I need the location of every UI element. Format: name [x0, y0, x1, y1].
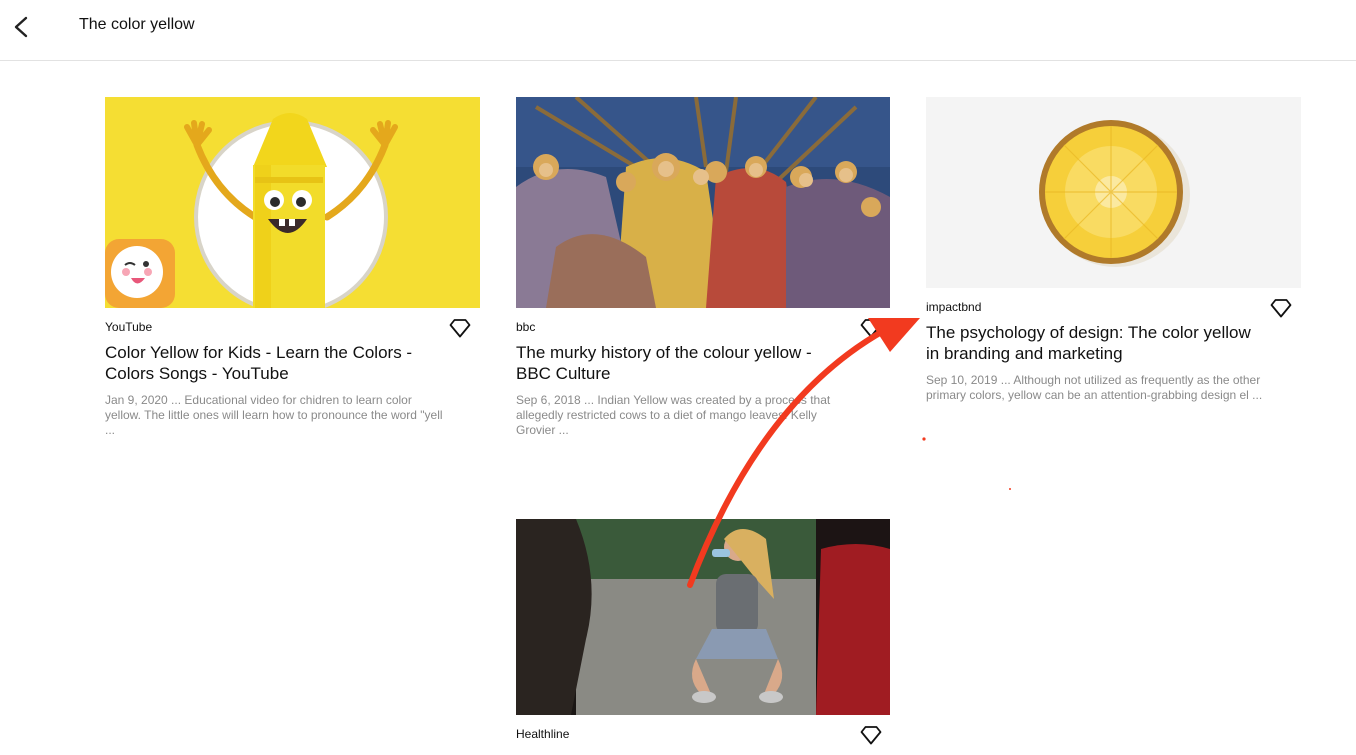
- diamond-icon: [449, 319, 471, 338]
- result-thumbnail[interactable]: [516, 519, 891, 715]
- top-bar: The color yellow: [0, 0, 1356, 61]
- pineapple-slice-image: [926, 97, 1301, 288]
- result-thumbnail[interactable]: [516, 97, 891, 308]
- fresco-painting-image: [516, 97, 890, 308]
- result-title[interactable]: The murky history of the colour yellow -…: [516, 342, 846, 384]
- result-card[interactable]: impactbnd The psychology of design: The …: [926, 97, 1301, 403]
- save-button[interactable]: [860, 318, 882, 338]
- chevron-left-icon: [14, 16, 28, 38]
- save-button[interactable]: [449, 318, 471, 338]
- result-meta: YouTube: [105, 318, 480, 344]
- result-source: bbc: [516, 320, 536, 334]
- result-meta: bbc: [516, 318, 891, 344]
- crayon-cartoon-image: [105, 97, 480, 308]
- result-card[interactable]: Healthline: [516, 519, 891, 751]
- diamond-icon: [860, 319, 882, 338]
- result-source: YouTube: [105, 320, 153, 334]
- save-button[interactable]: [860, 725, 882, 745]
- result-snippet: Jan 9, 2020 ... Educational video for ch…: [105, 393, 443, 437]
- result-source: Healthline: [516, 727, 570, 741]
- result-title[interactable]: Color Yellow for Kids - Learn the Colors…: [105, 342, 435, 384]
- result-card[interactable]: YouTube Color Yellow for Kids - Learn th…: [105, 97, 480, 438]
- page-title: The color yellow: [79, 16, 195, 33]
- result-source: impactbnd: [926, 300, 982, 314]
- result-card[interactable]: bbc The murky history of the colour yell…: [516, 97, 891, 438]
- result-thumbnail[interactable]: [926, 97, 1301, 288]
- result-title[interactable]: The psychology of design: The color yell…: [926, 322, 1256, 364]
- back-button[interactable]: [8, 12, 36, 42]
- save-button[interactable]: [1270, 298, 1292, 318]
- result-meta: impactbnd: [926, 298, 1301, 324]
- diamond-icon: [1270, 299, 1292, 318]
- result-thumbnail[interactable]: [105, 97, 480, 308]
- result-meta: Healthline: [516, 725, 891, 751]
- result-snippet: Sep 10, 2019 ... Although not utilized a…: [926, 373, 1263, 402]
- result-snippet: Sep 6, 2018 ... Indian Yellow was create…: [516, 393, 831, 437]
- diamond-icon: [860, 726, 882, 745]
- woman-drinking-water-image: [516, 519, 890, 715]
